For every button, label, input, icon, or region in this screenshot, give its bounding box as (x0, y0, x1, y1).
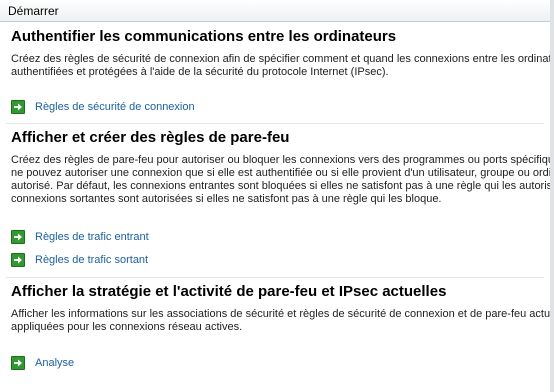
link-inbound-rules[interactable]: Règles de trafic entrant (11, 229, 149, 245)
link-label[interactable]: Règles de trafic sortant (35, 254, 148, 266)
link-monitoring[interactable]: Analyse (11, 355, 74, 371)
description-line: Créez des règles de pare-feu pour autori… (11, 154, 550, 166)
description-line: appliquées pour les connexions réseau ac… (11, 321, 243, 333)
green-arrow-icon (11, 253, 25, 267)
green-arrow-icon (11, 230, 25, 244)
link-label[interactable]: Analyse (35, 357, 74, 369)
section-description: Créez des règles de sécurité de connexio… (11, 53, 550, 79)
section-description: Afficher les informations sur les associ… (11, 308, 550, 334)
description-line: Afficher les informations sur les associ… (11, 308, 550, 320)
content-area: Authentifier les communications entre le… (0, 22, 550, 392)
section-heading: Afficher et créer des règles de pare-feu (11, 129, 290, 146)
description-line: Créez des règles de sécurité de connexio… (11, 53, 550, 65)
divider (6, 123, 544, 124)
green-arrow-icon (11, 100, 25, 114)
description-line: connexions sortantes sont autorisées si … (11, 193, 442, 205)
link-outbound-rules[interactable]: Règles de trafic sortant (11, 252, 148, 268)
description-line: autorisé. Par défaut, les connexions ent… (11, 180, 550, 192)
green-arrow-icon (11, 356, 25, 370)
panel-titlebar: Démarrer (0, 0, 554, 22)
section-description: Créez des règles de pare-feu pour autori… (11, 154, 550, 206)
link-label[interactable]: Règles de sécurité de connexion (35, 101, 195, 113)
link-label[interactable]: Règles de trafic entrant (35, 231, 149, 243)
section-heading: Authentifier les communications entre le… (11, 28, 397, 45)
scrollbar-edge[interactable] (550, 0, 554, 392)
section-heading: Afficher la stratégie et l'activité de p… (11, 283, 447, 300)
description-line: authentifiées et protégées à l'aide de l… (11, 66, 389, 78)
link-connection-security-rules[interactable]: Règles de sécurité de connexion (11, 99, 195, 115)
description-line: ne pouvez autoriser une connexion que si… (11, 167, 550, 179)
divider (6, 277, 544, 278)
panel-title: Démarrer (8, 4, 59, 18)
